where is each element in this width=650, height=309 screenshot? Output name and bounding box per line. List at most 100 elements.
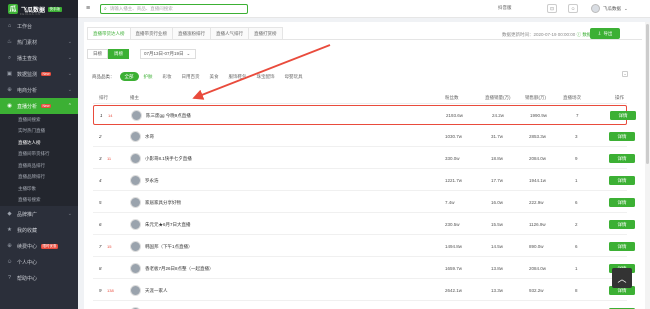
column-header-action: 操作 bbox=[615, 95, 624, 100]
avatar[interactable] bbox=[130, 219, 141, 230]
sidebar-item-label: 品牌推广 bbox=[17, 211, 38, 218]
creator-name[interactable]: 陈三废gg 今晚9点直播 bbox=[146, 113, 191, 119]
creator-name[interactable]: 小影哥8.1快手七夕直播 bbox=[145, 156, 192, 162]
main-content: 直播带货达人榜 直播带货行业榜 直播涨粉排行 直播人气排行 直播打赏榜 数据更新… bbox=[84, 22, 645, 309]
sidebar-subitem[interactable]: 直播间搜索 bbox=[0, 114, 78, 126]
sidebar-subitem[interactable]: 直播间带货排行 bbox=[0, 149, 78, 161]
detail-button[interactable]: 详情 bbox=[609, 154, 635, 163]
column-header-sales[interactable]: 直播销量(万) bbox=[485, 95, 511, 101]
detail-button[interactable]: 详情 bbox=[609, 242, 635, 251]
category-chip[interactable]: 母婴玩具 bbox=[280, 72, 308, 81]
week-rank-button[interactable]: 周榜 bbox=[108, 49, 129, 59]
creator-name[interactable]: 家居家具分享好物 bbox=[145, 200, 181, 206]
avatar[interactable] bbox=[130, 153, 141, 164]
fans-count: 1030.7w bbox=[445, 134, 463, 139]
category-chip[interactable]: 珠宝配饰 bbox=[252, 72, 280, 81]
sidebar-item-help[interactable]: ? 帮助中心 bbox=[0, 270, 78, 286]
date-range-picker[interactable]: 07月13日-07月19日 ⌄ bbox=[140, 49, 196, 59]
detail-button[interactable]: 详情 bbox=[609, 220, 635, 229]
creator-name[interactable]: 朱元元★6月7日大直播 bbox=[145, 222, 191, 228]
chevron-down-icon[interactable]: ⌄ bbox=[622, 71, 628, 77]
fans-count: 230.5w bbox=[445, 222, 460, 227]
table-row[interactable]: 10陈赫6954.1w13.0w详情 bbox=[93, 303, 635, 309]
table-row[interactable]: 3 11 小影哥8.1快手七夕直播 330.0w 18.8w 2084.0w 9 详情 bbox=[93, 149, 635, 169]
sidebar-subitem-current[interactable]: 直播达人榜 bbox=[0, 137, 78, 149]
column-header-sessions[interactable]: 直播场次 bbox=[563, 95, 581, 101]
sidebar-item-label: 我的收藏 bbox=[17, 227, 38, 234]
platform-switch[interactable]: 抖音版 bbox=[498, 5, 512, 11]
avatar[interactable] bbox=[130, 285, 141, 296]
chevron-down-icon: ⌄ bbox=[67, 211, 72, 217]
rank-number: 8 bbox=[99, 266, 102, 271]
table-row[interactable]: 6 朱元元★6月7日大直播 230.5w 15.5w 1126.9w 2 详情 bbox=[93, 215, 635, 235]
table-row[interactable]: 9 138 天涯一家人 2642.1w 13.3w 932.2w 8 详情 bbox=[93, 281, 635, 301]
table-row[interactable]: 4 罗永浩 1221.7w 17.7w 1944.1w 1 详情 bbox=[93, 171, 635, 191]
avatar[interactable] bbox=[130, 131, 141, 142]
table-row[interactable]: 8香老板7月26日8点整（一起直播）1659.7w13.8w2084.0w1详情 bbox=[93, 259, 635, 279]
sidebar-subitem[interactable]: 直播号搜索 bbox=[0, 195, 78, 207]
sales-value: 15.5w bbox=[491, 222, 504, 227]
sidebar-item-profile[interactable]: ☺ 个人中心 bbox=[0, 254, 78, 270]
detail-button[interactable]: 详情 bbox=[609, 176, 635, 185]
notification-icon[interactable]: ⊡ bbox=[547, 4, 557, 13]
sidebar-subitem[interactable]: 实时热门直播 bbox=[0, 126, 78, 138]
sidebar-subitem[interactable]: 主播印象 bbox=[0, 183, 78, 195]
category-chip[interactable]: 全部 bbox=[119, 72, 139, 81]
brand-badge: 快手版 bbox=[48, 6, 62, 12]
message-icon[interactable]: ☺ bbox=[568, 4, 578, 13]
avatar[interactable] bbox=[130, 175, 141, 186]
creator-name[interactable]: 水哥 bbox=[145, 134, 154, 140]
chevron-down-icon: ⌄ bbox=[67, 87, 72, 93]
back-to-top-button[interactable]: ︿ bbox=[612, 268, 632, 288]
rank-number: 2 bbox=[99, 134, 102, 139]
export-button[interactable]: ⇩ 导出 bbox=[590, 28, 620, 39]
sidebar-item-live-analysis[interactable]: ◉ 直播分析 New ⌃ bbox=[0, 98, 78, 114]
sidebar-item-workbench[interactable]: ⌂ 工作台 bbox=[0, 18, 78, 34]
sidebar-subitem[interactable]: 直播品牌排行 bbox=[0, 172, 78, 184]
category-label: 商品品类： bbox=[92, 73, 115, 79]
sidebar-item-renewal[interactable]: ⊕ 续费中心 限时优惠 bbox=[0, 238, 78, 254]
creator-name[interactable]: 天涯一家人 bbox=[145, 288, 168, 294]
rank-number: 1 bbox=[100, 113, 103, 118]
sidebar-item-ecommerce[interactable]: ⊕ 电商分析 ⌄ bbox=[0, 82, 78, 98]
category-chip[interactable]: 护肤 bbox=[139, 72, 158, 81]
sidebar-item-favorites[interactable]: ★ 我的收藏 bbox=[0, 222, 78, 238]
table-row[interactable]: 2 水哥 1030.7w 31.7w 2853.3w 3 详情 bbox=[93, 127, 635, 147]
avatar[interactable] bbox=[130, 263, 141, 274]
sidebar-item-creator-search[interactable]: ⌕ 播主查找 ⌄ bbox=[0, 50, 78, 66]
range-switch: 日榜 周榜 bbox=[87, 49, 129, 59]
vertical-scrollbar[interactable] bbox=[645, 22, 650, 309]
sidebar-item-monitor[interactable]: ▣ 数据监测 New ⌄ bbox=[0, 66, 78, 82]
detail-button[interactable]: 详情 bbox=[609, 198, 635, 207]
table-row[interactable]: 5 家居家具分享好物 7.4w 16.0w 222.9w 6 详情 bbox=[93, 193, 635, 213]
user-menu[interactable]: 飞瓜数据 ⌄ bbox=[591, 4, 628, 13]
menu-icon[interactable]: ≡ bbox=[86, 5, 90, 12]
column-header-revenue[interactable]: 销售额(万) bbox=[525, 95, 546, 101]
table-row[interactable]: 7 15 韩国邦（下午1点直播） 1494.8w 14.5w 890.0w 6 详情 bbox=[93, 237, 635, 257]
creator-name[interactable]: 香老板7月26日8点整（一起直播） bbox=[145, 266, 214, 272]
avatar[interactable] bbox=[130, 241, 141, 252]
category-chip[interactable]: 彩妆 bbox=[158, 72, 177, 81]
sidebar-item-brand-promo[interactable]: ◆ 品牌推广 ⌄ bbox=[0, 206, 78, 222]
tab-divider bbox=[87, 39, 642, 40]
sidebar-subitem[interactable]: 直播商品排行 bbox=[0, 160, 78, 172]
avatar bbox=[591, 4, 600, 13]
category-chip[interactable]: 服饰鞋包 bbox=[224, 72, 252, 81]
avatar[interactable] bbox=[131, 110, 142, 121]
revenue-value: 1990.9w bbox=[530, 113, 548, 118]
rank-number: 7 bbox=[99, 244, 102, 249]
sidebar-item-hot-material[interactable]: ♨ 热门素材 ⌄ bbox=[0, 34, 78, 50]
detail-button[interactable]: 详情 bbox=[610, 111, 636, 120]
creator-name[interactable]: 罗永浩 bbox=[145, 178, 159, 184]
search-input[interactable]: ⌕ 请输入播主、商品、直播间搜索 bbox=[100, 4, 248, 14]
day-rank-button[interactable]: 日榜 bbox=[87, 49, 108, 59]
creator-name[interactable]: 韩国邦（下午1点直播） bbox=[145, 244, 193, 250]
detail-button[interactable]: 详情 bbox=[609, 132, 635, 141]
column-header-fans[interactable]: 粉丝数 bbox=[445, 95, 459, 101]
sidebar-item-label: 帮助中心 bbox=[17, 275, 38, 282]
avatar[interactable] bbox=[130, 197, 141, 208]
table-row[interactable]: 1 14 陈三废gg 今晚9点直播 2193.6w 24.2w 1990.9w 7 详情 bbox=[93, 105, 636, 125]
category-chip[interactable]: 美食 bbox=[205, 72, 224, 81]
category-chip[interactable]: 日用百货 bbox=[177, 72, 205, 81]
scrollbar-thumb[interactable] bbox=[646, 24, 649, 164]
